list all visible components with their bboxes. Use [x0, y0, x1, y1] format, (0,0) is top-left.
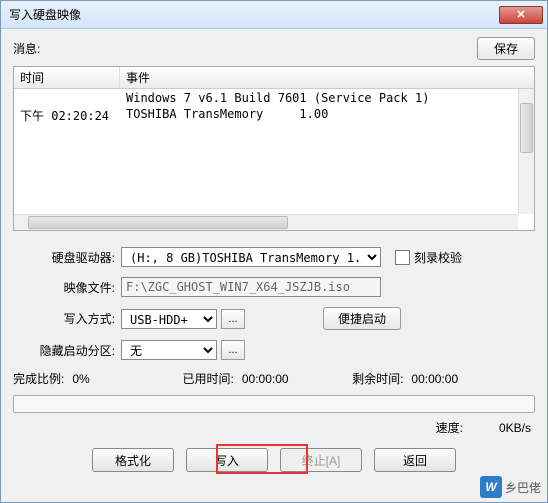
- abort-button: 终止[A]: [280, 448, 362, 472]
- format-button[interactable]: 格式化: [92, 448, 174, 472]
- speed-row: 速度: 0KB/s: [13, 419, 535, 436]
- logo-text: 乡巴佬: [505, 479, 541, 496]
- hidden-label: 隐藏启动分区:: [13, 342, 121, 359]
- message-label: 消息:: [13, 40, 477, 57]
- speed-label: 速度:: [436, 419, 463, 436]
- remain-label: 剩余时间:: [352, 370, 411, 387]
- log-header-time[interactable]: 时间: [14, 67, 120, 88]
- remain-value: 00:00:00: [411, 372, 481, 386]
- log-header-event[interactable]: 事件: [120, 67, 534, 88]
- action-row: 格式化 写入 终止[A] 返回: [13, 448, 535, 472]
- stats-row: 完成比例: 0% 已用时间: 00:00:00 剩余时间: 00:00:00: [13, 370, 535, 387]
- elapsed-label: 已用时间:: [183, 370, 242, 387]
- method-label: 写入方式:: [13, 310, 121, 327]
- log-panel: 时间 事件 Windows 7 v6.1 Build 7601 (Service…: [13, 66, 535, 231]
- percent-label: 完成比例:: [13, 370, 72, 387]
- method-select[interactable]: USB-HDD+: [121, 309, 217, 329]
- logo-icon: W: [480, 476, 502, 498]
- verify-checkbox-wrap[interactable]: 刻录校验: [391, 249, 462, 266]
- content-area: 消息: 保存 时间 事件 Windows 7 v6.1 Build 7601 (…: [1, 29, 547, 480]
- image-field[interactable]: [121, 277, 381, 297]
- speed-value: 0KB/s: [499, 421, 531, 435]
- scrollbar-thumb[interactable]: [28, 216, 288, 229]
- dialog-window: 写入硬盘映像 ✕ 消息: 保存 时间 事件 Windows 7 v6.1 Bui…: [0, 0, 548, 503]
- image-label: 映像文件:: [13, 279, 121, 296]
- save-button[interactable]: 保存: [477, 37, 535, 60]
- scrollbar-thumb[interactable]: [520, 103, 533, 153]
- elapsed-value: 00:00:00: [242, 372, 312, 386]
- window-title: 写入硬盘映像: [9, 6, 499, 23]
- back-button[interactable]: 返回: [374, 448, 456, 472]
- verify-label: 刻录校验: [414, 249, 462, 266]
- log-row: Windows 7 v6.1 Build 7601 (Service Pack …: [14, 91, 534, 107]
- log-header: 时间 事件: [14, 67, 534, 89]
- drive-select[interactable]: (H:, 8 GB)TOSHIBA TransMemory 1.00: [121, 247, 381, 267]
- progress-bar: [13, 395, 535, 413]
- hidden-select[interactable]: 无: [121, 340, 217, 360]
- close-icon: ✕: [516, 8, 525, 21]
- close-button[interactable]: ✕: [499, 6, 543, 24]
- log-body: Windows 7 v6.1 Build 7601 (Service Pack …: [14, 89, 534, 126]
- quick-boot-button[interactable]: 便捷启动: [323, 307, 401, 330]
- scrollbar-horizontal[interactable]: [14, 214, 518, 230]
- scrollbar-vertical[interactable]: [518, 89, 534, 214]
- hidden-more-button[interactable]: ...: [221, 340, 245, 360]
- watermark-logo: W 乡巴佬: [480, 476, 541, 498]
- write-button[interactable]: 写入: [186, 448, 268, 472]
- percent-value: 0%: [72, 372, 142, 386]
- verify-checkbox[interactable]: [395, 250, 410, 265]
- titlebar: 写入硬盘映像 ✕: [1, 1, 547, 29]
- log-row: 下午 02:20:24 TOSHIBA TransMemory 1.00: [14, 107, 534, 124]
- drive-label: 硬盘驱动器:: [13, 249, 121, 266]
- method-more-button[interactable]: ...: [221, 309, 245, 329]
- form: 硬盘驱动器: (H:, 8 GB)TOSHIBA TransMemory 1.0…: [13, 247, 535, 360]
